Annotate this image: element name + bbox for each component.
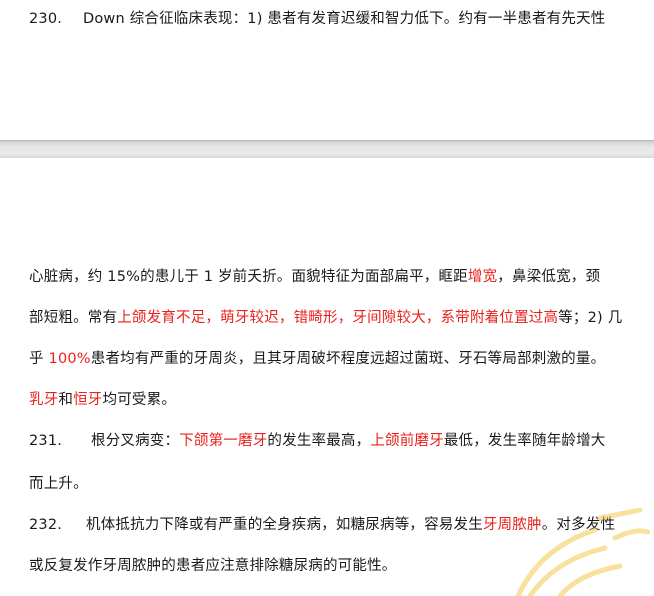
- text-line: 或反复发作牙周脓肿的患者应注意排除糖尿病的可能性。: [29, 556, 397, 576]
- text-run: 。对多发性: [541, 517, 616, 533]
- text-run: 或反复发作牙周脓肿的患者应注意排除糖尿病的可能性。: [29, 558, 397, 574]
- highlighted-text: 下颌第一磨牙: [179, 433, 268, 449]
- item-number: 230.: [29, 11, 63, 27]
- text-run: 心脏病，约 15%的患儿于 1 岁前夭折。面貌特征为面部扁平，眶距: [29, 269, 468, 285]
- text-run: 根分叉病变：: [91, 433, 180, 449]
- page-separator: [0, 140, 654, 159]
- text-run: 的发生率最高，: [267, 433, 371, 449]
- text-run: 乎: [29, 351, 49, 367]
- text-run: 机体抵抗力下降或有严重的全身疾病，如糖尿病等，容易发生: [86, 517, 483, 533]
- text-run: 部短粗。常有: [29, 310, 118, 326]
- highlighted-text: 恒牙: [73, 392, 103, 408]
- item-number: 232.: [29, 517, 63, 533]
- text-run: 均可受累。: [102, 392, 177, 408]
- text-line: 部短粗。常有上颌发育不足，萌牙较迟，错畸形，牙间隙较大，系带附着位置过高等；2)…: [29, 308, 622, 328]
- document-page-1: 230. Down 综合征临床表现：1) 患者有发育迟缓和智力低下。约有一半患者有…: [0, 0, 654, 140]
- item-text: Down 综合征临床表现：1) 患者有发育迟缓和智力低下。约有一半患者有先天性: [83, 11, 606, 27]
- item-231-line: 231. 根分叉病变：下颌第一磨牙的发生率最高，上颌前磨牙最低，发生率随年龄增大: [29, 431, 606, 451]
- document-page-2: 心脏病，约 15%的患儿于 1 岁前夭折。面貌特征为面部扁平，眶距增宽，鼻梁低宽…: [0, 158, 654, 596]
- text-line: 而上升。: [29, 474, 88, 494]
- text-line: 乎 100%患者均有严重的牙周炎，且其牙周破坏程度远超过菌斑、牙石等局部刺激的量…: [29, 349, 605, 369]
- highlighted-text: 上颌前磨牙: [370, 433, 444, 449]
- highlighted-text: 增宽: [467, 269, 498, 285]
- text-run: ，鼻梁低宽，颈: [497, 269, 601, 285]
- highlighted-text: 牙周脓肿: [482, 517, 542, 533]
- text-run: 最低，发生率随年龄增大: [443, 433, 606, 449]
- item-230-line: 230. Down 综合征临床表现：1) 患者有发育迟缓和智力低下。约有一半患者有…: [29, 9, 605, 29]
- text-run: 而上升。: [29, 476, 88, 492]
- text-line: 乳牙和恒牙均可受累。: [29, 390, 176, 410]
- item-number: 231.: [29, 433, 63, 449]
- text-run: 和: [58, 392, 74, 408]
- text-run: 患者均有严重的牙周炎，且其牙周破坏程度远超过菌斑、牙石等局部刺激的量。: [90, 351, 606, 367]
- text-line: 心脏病，约 15%的患儿于 1 岁前夭折。面貌特征为面部扁平，眶距增宽，鼻梁低宽…: [29, 267, 600, 287]
- highlighted-text: 100%: [48, 351, 91, 367]
- highlighted-text: 上颌发育不足，萌牙较迟，错畸形，牙间隙较大，系带附着位置过高: [117, 310, 559, 326]
- text-run: 等；2) 几: [558, 310, 623, 326]
- item-232-line: 232. 机体抵抗力下降或有严重的全身疾病，如糖尿病等，容易发生牙周脓肿。对多发性: [29, 515, 615, 535]
- highlighted-text: 乳牙: [29, 392, 59, 408]
